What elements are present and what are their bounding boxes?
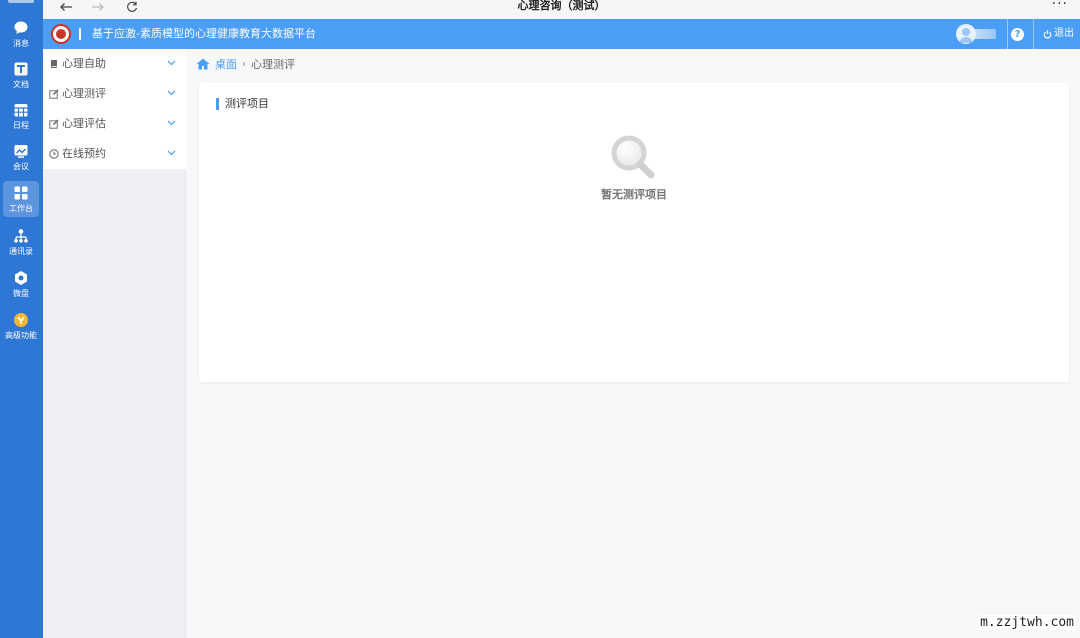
rail-item-cloud-drive[interactable]: 微盘: [3, 266, 39, 302]
edit-icon: [49, 119, 59, 129]
rail-top-indicator: [8, 0, 34, 3]
avatar[interactable]: [956, 24, 976, 44]
breadcrumb-current: 心理测评: [251, 58, 295, 71]
logout-label: 退出: [1054, 28, 1074, 39]
sidebar-menu: 心理自助 心理测评 心理评估 在线预约: [43, 49, 186, 169]
workbench-icon: [14, 186, 28, 200]
document-icon: [14, 62, 28, 76]
rail-label: 日程: [13, 121, 29, 130]
chevron-down-icon: [167, 60, 176, 66]
sidebar-item-appointment[interactable]: 在线预约: [43, 139, 186, 169]
rail-label: 微盘: [13, 289, 29, 298]
card-title: 测评项目: [225, 97, 269, 110]
sidebar-item-label: 心理自助: [62, 57, 106, 70]
rail-item-contacts[interactable]: 通讯录: [3, 224, 39, 260]
header-divider: [1033, 19, 1034, 49]
card-title-accent: [216, 98, 219, 110]
book-icon: [51, 60, 57, 68]
edit-icon: [49, 89, 59, 99]
rail-label: 文档: [13, 80, 29, 89]
help-button[interactable]: ?: [1011, 28, 1024, 41]
sidebar-item-assessment[interactable]: 心理测评: [43, 79, 186, 109]
browser-toolbar: 心理咨询（测试） ···: [43, 0, 1080, 19]
rail-item-documents[interactable]: 文档: [3, 57, 39, 93]
user-profile[interactable]: [956, 24, 998, 44]
rail-item-advanced[interactable]: 高级功能: [3, 308, 39, 344]
sidebar-item-evaluation[interactable]: 心理评估: [43, 109, 186, 139]
meeting-icon: [14, 145, 28, 158]
platform-title: 基于应激-素质模型的心理健康教育大数据平台: [92, 27, 316, 40]
sidebar-item-label: 在线预约: [62, 147, 106, 160]
app-header: 基于应激-素质模型的心理健康教育大数据平台 ? 退出: [43, 19, 1080, 49]
advanced-icon: [14, 313, 28, 327]
sidebar-item-label: 心理测评: [62, 87, 106, 100]
site-watermark: m.zzjtwh.com: [978, 615, 1076, 630]
chevron-down-icon: [167, 150, 176, 156]
more-options-button[interactable]: ···: [1052, 0, 1068, 11]
chevron-down-icon: [167, 120, 176, 126]
rail-label: 会议: [13, 162, 29, 171]
rail-item-messages[interactable]: 消息: [3, 16, 39, 52]
breadcrumb-home-link[interactable]: 桌面: [215, 56, 237, 72]
sidebar: 心理自助 心理测评 心理评估 在线预约: [43, 49, 186, 638]
rail-item-meeting[interactable]: 会议: [3, 139, 39, 175]
breadcrumb: 桌面 › 心理测评: [196, 54, 295, 74]
cloud-drive-icon: [15, 271, 27, 285]
message-icon: [14, 21, 28, 34]
contacts-icon: [14, 229, 28, 243]
home-icon[interactable]: [196, 58, 210, 70]
sidebar-item-label: 心理评估: [62, 117, 106, 130]
app-rail: 消息 文档 日程 会议 工作台 通讯录 微盘 高级功能: [0, 0, 43, 638]
rail-label: 工作台: [9, 204, 33, 213]
window-title: 心理咨询（测试）: [517, 0, 606, 12]
search-icon: [611, 135, 655, 179]
empty-state-text: 暂无测评项目: [601, 188, 667, 201]
rail-label: 消息: [13, 39, 29, 48]
user-icon: [959, 28, 973, 43]
power-icon: [1043, 29, 1052, 39]
assessment-card: 测评项目 暂无测评项目: [199, 83, 1069, 382]
rail-item-calendar[interactable]: 日程: [3, 98, 39, 134]
breadcrumb-separator: ›: [242, 58, 246, 70]
calendar-icon: [14, 104, 28, 117]
school-logo-icon: [51, 24, 71, 44]
rail-item-workbench[interactable]: 工作台: [3, 181, 39, 217]
header-divider: [79, 28, 81, 40]
rail-label: 高级功能: [5, 331, 37, 340]
chevron-down-icon: [167, 90, 176, 96]
clock-icon: [49, 149, 59, 159]
logout-button[interactable]: 退出: [1043, 19, 1074, 49]
sidebar-item-self-help[interactable]: 心理自助: [43, 49, 186, 79]
header-divider: [1007, 19, 1008, 49]
rail-label: 通讯录: [9, 247, 33, 256]
